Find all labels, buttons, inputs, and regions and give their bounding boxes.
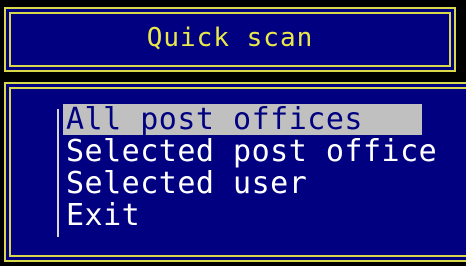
menu-cursor-bar: [57, 109, 59, 237]
menu-item-all-post-offices[interactable]: All post offices: [63, 104, 422, 135]
quick-scan-screen: Quick scan All post offices Selected pos…: [0, 0, 466, 266]
menu-item-exit[interactable]: Exit: [63, 200, 422, 231]
menu-list: All post offices Selected post office Se…: [63, 104, 437, 232]
title-panel: Quick scan: [4, 7, 456, 72]
menu-item-selected-user[interactable]: Selected user: [63, 168, 422, 199]
menu-panel: All post offices Selected post office Se…: [4, 82, 466, 262]
dialog-title: Quick scan: [146, 23, 314, 53]
menu-item-selected-post-office[interactable]: Selected post office: [63, 136, 437, 167]
